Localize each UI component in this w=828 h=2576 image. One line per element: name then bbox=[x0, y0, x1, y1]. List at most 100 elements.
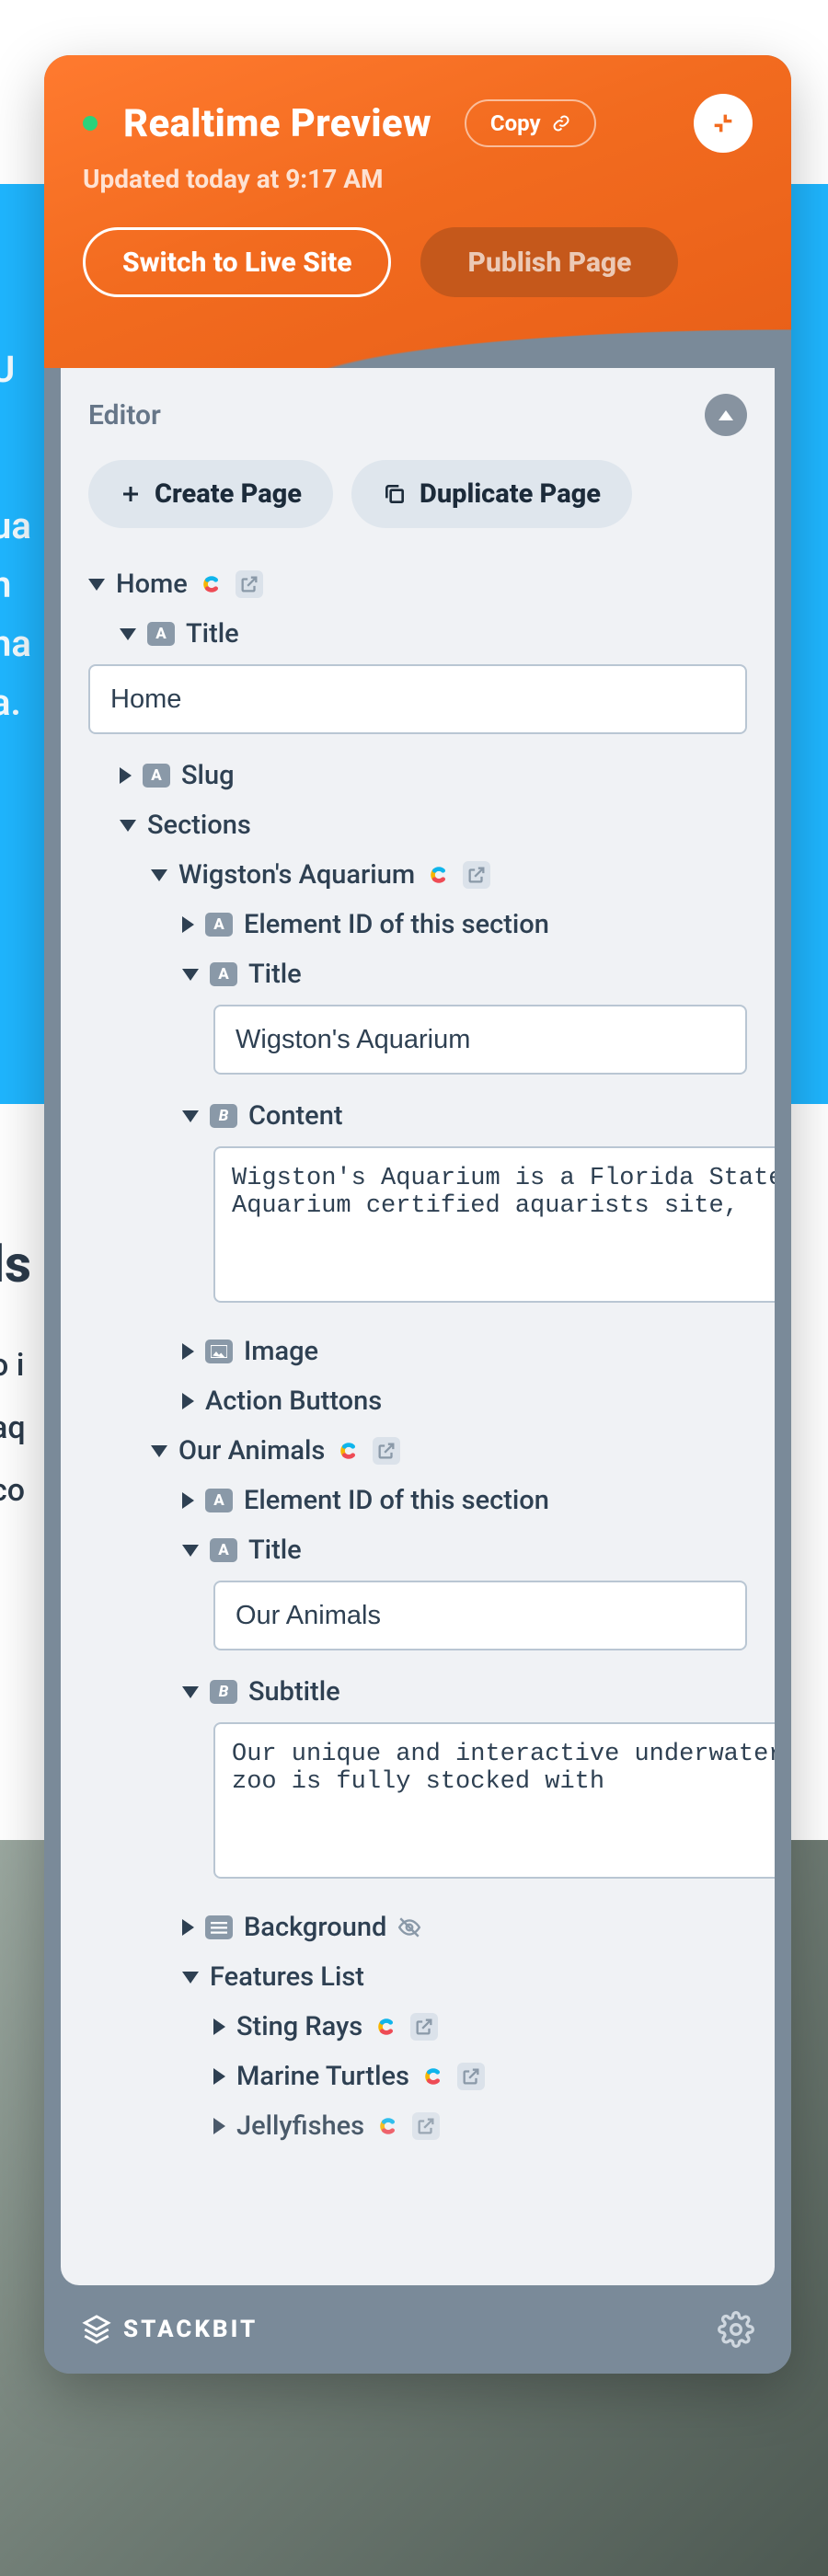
tree-node-feature-sting-rays[interactable]: Sting Rays bbox=[213, 2002, 747, 2052]
minimize-panel-button[interactable] bbox=[694, 94, 753, 153]
publish-page-button[interactable]: Publish Page bbox=[420, 227, 678, 297]
tree-node-our-animals-title[interactable]: A Title bbox=[182, 1525, 747, 1575]
chevron-right-icon bbox=[213, 2118, 225, 2134]
chevron-right-icon bbox=[213, 2068, 225, 2085]
content-tree: Home A Title A Slug bbox=[88, 559, 747, 2151]
tree-node-features-list[interactable]: Features List bbox=[182, 1952, 747, 2002]
external-link-icon bbox=[414, 2017, 434, 2037]
open-external-button[interactable] bbox=[463, 861, 490, 889]
our-animals-title-input[interactable] bbox=[213, 1581, 747, 1650]
stackbit-panel: Realtime Preview Copy Updated today at 9… bbox=[44, 55, 791, 2374]
tree-node-section-our-animals[interactable]: Our Animals bbox=[151, 1426, 747, 1476]
external-link-icon bbox=[239, 574, 259, 594]
updated-timestamp: Updated today at 9:17 AM bbox=[83, 164, 753, 194]
wigstons-content-textarea[interactable] bbox=[213, 1146, 775, 1303]
tree-node-feature-marine-turtles[interactable]: Marine Turtles bbox=[213, 2052, 747, 2101]
chevron-down-icon bbox=[182, 1110, 199, 1122]
tree-node-section-wigstons[interactable]: Wigston's Aquarium bbox=[151, 850, 747, 900]
tree-node-our-animals-background[interactable]: Background bbox=[182, 1903, 747, 1952]
collapse-editor-button[interactable] bbox=[705, 394, 747, 436]
stackbit-logo: STACKBIT bbox=[81, 2314, 258, 2345]
contentful-icon bbox=[420, 2064, 446, 2089]
chevron-right-icon bbox=[182, 916, 194, 933]
richtext-field-icon: B bbox=[210, 1680, 237, 1704]
text-field-icon: A bbox=[210, 962, 237, 986]
wigstons-title-input[interactable] bbox=[213, 1005, 747, 1075]
plus-icon bbox=[120, 483, 142, 505]
chevron-down-icon bbox=[120, 820, 136, 832]
contentful-icon bbox=[375, 2113, 401, 2139]
contentful-icon bbox=[199, 571, 224, 597]
tree-node-our-animals-subtitle[interactable]: B Subtitle bbox=[182, 1667, 747, 1717]
panel-footer: STACKBIT bbox=[44, 2285, 791, 2374]
our-animals-subtitle-textarea[interactable] bbox=[213, 1722, 775, 1879]
title-input[interactable] bbox=[88, 664, 747, 734]
external-link-icon bbox=[416, 2116, 436, 2136]
tree-node-wigstons-content[interactable]: B Content bbox=[182, 1091, 747, 1141]
text-field-icon: A bbox=[143, 764, 170, 788]
stackbit-logo-icon bbox=[81, 2314, 112, 2345]
chevron-down-icon bbox=[182, 1972, 199, 1984]
chevron-right-icon bbox=[120, 767, 132, 784]
open-external-button[interactable] bbox=[236, 570, 263, 598]
chevron-up-icon bbox=[719, 410, 733, 420]
copy-label: Copy bbox=[490, 110, 541, 136]
chevron-right-icon bbox=[213, 2018, 225, 2035]
corner-arrow-icon bbox=[710, 110, 736, 136]
chevron-right-icon bbox=[182, 1919, 194, 1936]
chevron-down-icon bbox=[182, 1686, 199, 1698]
contentful-icon bbox=[426, 862, 452, 888]
hidden-icon bbox=[397, 1915, 421, 1939]
open-external-button[interactable] bbox=[410, 2013, 438, 2041]
status-dot-live bbox=[83, 116, 98, 131]
tree-node-title[interactable]: A Title bbox=[120, 609, 747, 659]
duplicate-page-button[interactable]: Duplicate Page bbox=[351, 460, 632, 528]
chevron-right-icon bbox=[182, 1393, 194, 1409]
tree-node-element-id[interactable]: A Element ID of this section bbox=[182, 900, 747, 949]
chevron-down-icon bbox=[120, 628, 136, 640]
chevron-down-icon bbox=[151, 869, 167, 881]
tree-node-sections[interactable]: Sections bbox=[120, 800, 747, 850]
tree-node-slug[interactable]: A Slug bbox=[120, 751, 747, 800]
open-external-button[interactable] bbox=[412, 2112, 440, 2140]
panel-header: Realtime Preview Copy Updated today at 9… bbox=[44, 55, 791, 368]
preview-title: Realtime Preview bbox=[123, 101, 431, 146]
chevron-down-icon bbox=[182, 1545, 199, 1557]
tree-node-wigstons-action-buttons[interactable]: Action Buttons bbox=[182, 1376, 747, 1426]
duplicate-icon bbox=[383, 482, 407, 506]
external-link-icon bbox=[461, 2066, 481, 2087]
chevron-down-icon bbox=[151, 1445, 167, 1457]
site-bg-heading: ls bbox=[0, 1224, 31, 1306]
create-page-button[interactable]: Create Page bbox=[88, 460, 333, 528]
richtext-field-icon: B bbox=[210, 1104, 237, 1128]
settings-button[interactable] bbox=[718, 2311, 754, 2348]
text-field-icon: A bbox=[210, 1538, 237, 1562]
copy-link-button[interactable]: Copy bbox=[465, 99, 596, 147]
chevron-right-icon bbox=[182, 1492, 194, 1509]
editor-heading: Editor bbox=[88, 399, 161, 431]
open-external-button[interactable] bbox=[373, 1437, 400, 1465]
chevron-right-icon bbox=[182, 1343, 194, 1360]
text-field-icon: A bbox=[205, 913, 233, 937]
tree-node-feature-jellyfishes[interactable]: Jellyfishes bbox=[213, 2101, 747, 2151]
image-field-icon bbox=[205, 1340, 233, 1363]
editor-body: Editor Create Page Duplicate Page bbox=[61, 368, 775, 2285]
external-link-icon bbox=[466, 865, 487, 885]
tree-node-home[interactable]: Home bbox=[88, 559, 747, 609]
switch-to-live-button[interactable]: Switch to Live Site bbox=[83, 227, 391, 297]
tree-node-wigstons-image[interactable]: Image bbox=[182, 1327, 747, 1376]
open-external-button[interactable] bbox=[457, 2063, 485, 2090]
chevron-down-icon bbox=[88, 579, 105, 591]
site-bg-text: uanhaa. bbox=[0, 497, 31, 732]
text-field-icon: A bbox=[205, 1489, 233, 1512]
link-icon bbox=[552, 114, 570, 132]
site-bg-text: o iaqco. bbox=[0, 1334, 26, 1584]
object-field-icon bbox=[205, 1915, 233, 1939]
contentful-icon bbox=[374, 2014, 399, 2040]
site-bg-text: U bbox=[0, 340, 15, 399]
tree-node-our-animals-element-id[interactable]: A Element ID of this section bbox=[182, 1476, 747, 1525]
text-field-icon: A bbox=[147, 622, 175, 646]
tree-node-wigstons-title[interactable]: A Title bbox=[182, 949, 747, 999]
external-link-icon bbox=[376, 1441, 397, 1461]
contentful-icon bbox=[336, 1438, 362, 1464]
